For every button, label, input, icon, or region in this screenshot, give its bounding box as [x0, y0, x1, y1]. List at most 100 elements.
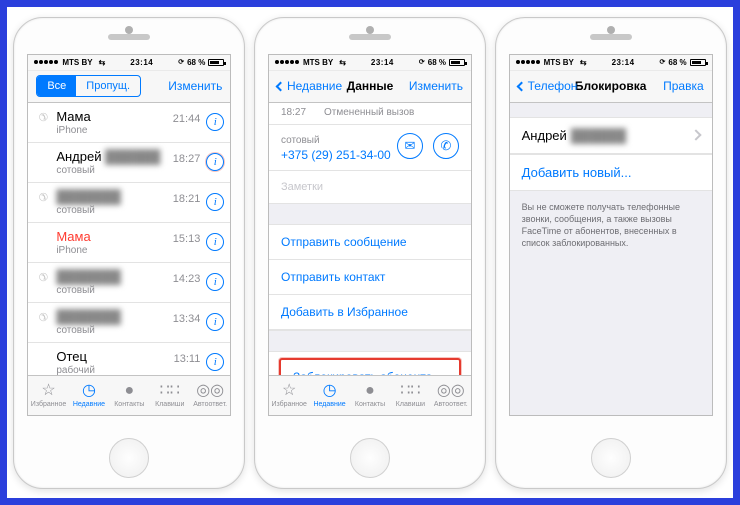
call-row[interactable]: Мама iPhone 15:13 i [28, 223, 230, 263]
call-row[interactable]: Андрей ██████ сотовый 18:27 i [28, 143, 230, 183]
camera-dot [607, 26, 615, 34]
caller-sub: сотовый [56, 285, 220, 296]
tab-keypad[interactable]: ∷∷Клавиши [390, 376, 430, 415]
tab-recents[interactable]: ◷Недавние [69, 376, 109, 415]
speaker-slit [590, 34, 632, 40]
tab-favorites[interactable]: ☆Избранное [269, 376, 309, 415]
call-time: 18:21 [173, 193, 201, 205]
tab-bar: ☆Избранное ◷Недавние ●Контакты ∷∷Клавиши… [28, 375, 230, 415]
add-new-button[interactable]: Добавить новый... [510, 154, 712, 191]
status-bar: MTS BY ⇆ 23:14 ⟳68 % [269, 55, 471, 71]
keypad-icon: ∷∷ [400, 383, 420, 399]
tab-recents[interactable]: ◷Недавние [309, 376, 349, 415]
status-bar: MTS BY ⇆ 23:14 ⟳68 % [510, 55, 712, 71]
tape-icon: ◎◎ [196, 383, 224, 399]
phone-frame-blocked: MTS BY ⇆ 23:14 ⟳68 % Телефон Блокировка … [495, 17, 727, 489]
speaker-slit [349, 34, 391, 40]
caller-sub: iPhone [56, 125, 220, 136]
tab-voicemail[interactable]: ◎◎Автоответ. [190, 376, 230, 415]
screen-details: MTS BY ⇆ 23:14 ⟳68 % Недавние Данные Изм… [268, 54, 472, 416]
camera-dot [125, 26, 133, 34]
info-button[interactable]: i [206, 273, 224, 291]
edit-button[interactable]: Изменить [168, 79, 222, 93]
blocked-contact-row[interactable]: Андрей ██████ [510, 117, 712, 154]
caller-sub: сотовый [56, 205, 220, 216]
contact-name: Андрей [522, 128, 567, 143]
send-contact-button[interactable]: Отправить контакт [269, 260, 471, 295]
star-icon: ☆ [282, 383, 296, 399]
back-button[interactable]: Недавние [277, 79, 342, 93]
outgoing-icon: ✆ [36, 271, 48, 283]
person-icon: ● [125, 383, 135, 399]
block-caller-button[interactable]: Заблокировать абонента [279, 358, 461, 375]
person-icon: ● [365, 383, 375, 399]
call-time: 15:13 [173, 233, 201, 245]
battery-indicator: ⟳ 68 % [178, 58, 224, 67]
edit-button[interactable]: Правка [663, 79, 704, 93]
tape-icon: ◎◎ [437, 383, 465, 399]
call-status: Отмененный вызов [324, 107, 414, 118]
call-row[interactable]: Отец рабочий 13:11 i [28, 343, 230, 375]
info-button[interactable]: i [206, 233, 224, 251]
section-gap [269, 330, 471, 352]
call-row[interactable]: ✆ Мама iPhone 21:44 i [28, 103, 230, 143]
info-button[interactable]: i [206, 153, 224, 171]
info-button[interactable]: i [206, 113, 224, 131]
info-button[interactable]: i [206, 353, 224, 371]
tab-favorites[interactable]: ☆Избранное [28, 376, 68, 415]
section-gap [269, 203, 471, 225]
home-button[interactable] [109, 438, 149, 478]
call-time: 18:27 [281, 107, 306, 118]
notes-field[interactable]: Заметки [269, 170, 471, 203]
call-time: 18:27 [173, 153, 201, 165]
segmented-control[interactable]: Все Пропущ. [36, 75, 141, 97]
tab-contacts[interactable]: ●Контакты [350, 376, 390, 415]
chevron-right-icon [690, 129, 701, 140]
seg-missed[interactable]: Пропущ. [76, 76, 140, 96]
navbar-blocked: Телефон Блокировка Правка [510, 71, 712, 103]
navbar-details: Недавние Данные Изменить [269, 71, 471, 103]
status-time: 23:14 [105, 58, 178, 67]
phone-frame-details: MTS BY ⇆ 23:14 ⟳68 % Недавние Данные Изм… [254, 17, 486, 489]
call-row[interactable]: ✆ ███████ сотовый 13:34 i [28, 303, 230, 343]
home-button[interactable] [350, 438, 390, 478]
details-content[interactable]: 18:27 Отмененный вызов сотовый +375 (29)… [269, 103, 471, 375]
navbar-recents: Все Пропущ. Изменить [28, 71, 230, 103]
send-message-button[interactable]: Отправить сообщение [269, 225, 471, 260]
seg-all[interactable]: Все [37, 76, 76, 96]
recents-list[interactable]: ✆ Мама iPhone 21:44 i Андрей ██████ сото… [28, 103, 230, 375]
info-button[interactable]: i [206, 313, 224, 331]
call-row[interactable]: ✆ ███████ сотовый 18:21 i [28, 183, 230, 223]
keypad-icon: ∷∷ [160, 383, 180, 399]
clock-icon: ◷ [82, 383, 96, 399]
caller-sub: сотовый [56, 325, 220, 336]
info-button[interactable]: i [206, 193, 224, 211]
caller-sub: рабочий [56, 365, 220, 375]
tab-keypad[interactable]: ∷∷Клавиши [150, 376, 190, 415]
screen-blocked: MTS BY ⇆ 23:14 ⟳68 % Телефон Блокировка … [509, 54, 713, 416]
caller-sub: iPhone [56, 245, 220, 256]
clock-icon: ◷ [323, 383, 337, 399]
tab-contacts[interactable]: ●Контакты [109, 376, 149, 415]
chevron-left-icon [276, 81, 286, 91]
back-button[interactable]: Телефон [518, 79, 578, 93]
call-icon[interactable]: ✆ [433, 133, 459, 159]
tab-bar: ☆Избранное ◷Недавние ●Контакты ∷∷Клавиши… [269, 375, 471, 415]
phone-frame-recents: MTS BY ⇆ 23:14 ⟳ 68 % Все Пропущ. Измени… [13, 17, 245, 489]
call-row[interactable]: ✆ ███████ сотовый 14:23 i [28, 263, 230, 303]
edit-button[interactable]: Изменить [409, 79, 463, 93]
tab-voicemail[interactable]: ◎◎Автоответ. [431, 376, 471, 415]
message-icon[interactable]: ✉ [397, 133, 423, 159]
outgoing-icon: ✆ [36, 191, 48, 203]
speaker-slit [108, 34, 150, 40]
home-button[interactable] [591, 438, 631, 478]
chevron-left-icon [516, 81, 526, 91]
add-favorite-button[interactable]: Добавить в Избранное [269, 295, 471, 330]
call-time: 14:23 [173, 273, 201, 285]
blocked-content[interactable]: Андрей ██████ Добавить новый... Вы не см… [510, 103, 712, 415]
star-icon: ☆ [41, 383, 55, 399]
call-time: 13:34 [173, 313, 201, 325]
carrier-label: MTS BY [62, 58, 92, 67]
call-time: 13:11 [174, 353, 201, 365]
call-time: 21:44 [173, 113, 201, 125]
